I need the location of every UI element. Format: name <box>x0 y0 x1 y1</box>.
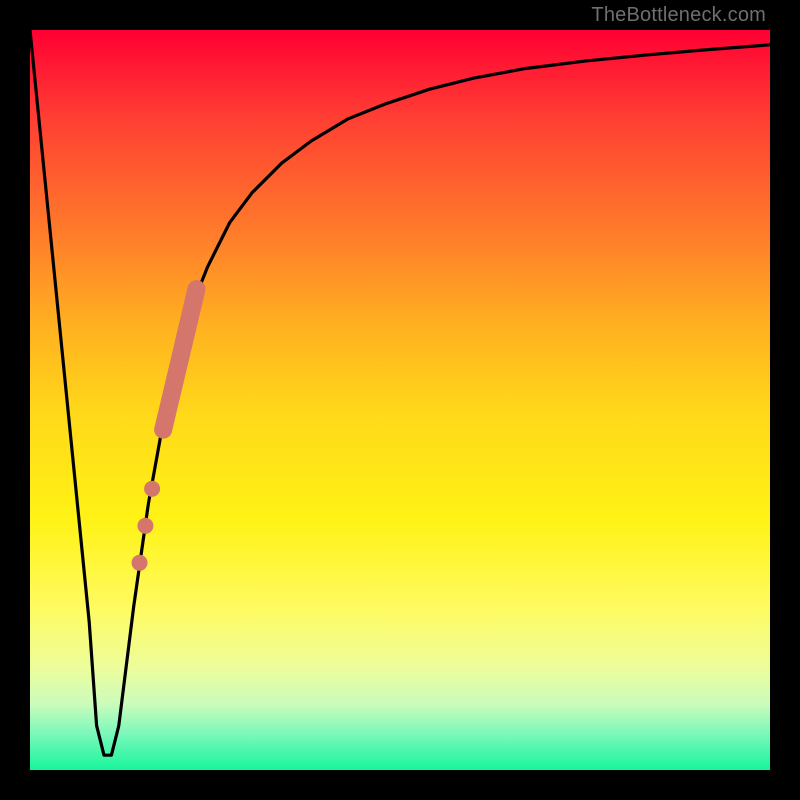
chart-frame: TheBottleneck.com <box>0 0 800 800</box>
highlight-dot <box>144 481 160 497</box>
highlight-segment <box>163 289 196 430</box>
highlight-layer <box>132 289 197 571</box>
watermark-text: TheBottleneck.com <box>591 4 766 27</box>
plot-area <box>30 30 770 770</box>
bottleneck-curve <box>30 30 770 755</box>
highlight-dot <box>154 421 172 439</box>
highlight-dot <box>137 518 153 534</box>
highlight-dot <box>132 555 148 571</box>
chart-svg <box>30 30 770 770</box>
curve-layer <box>30 30 770 755</box>
